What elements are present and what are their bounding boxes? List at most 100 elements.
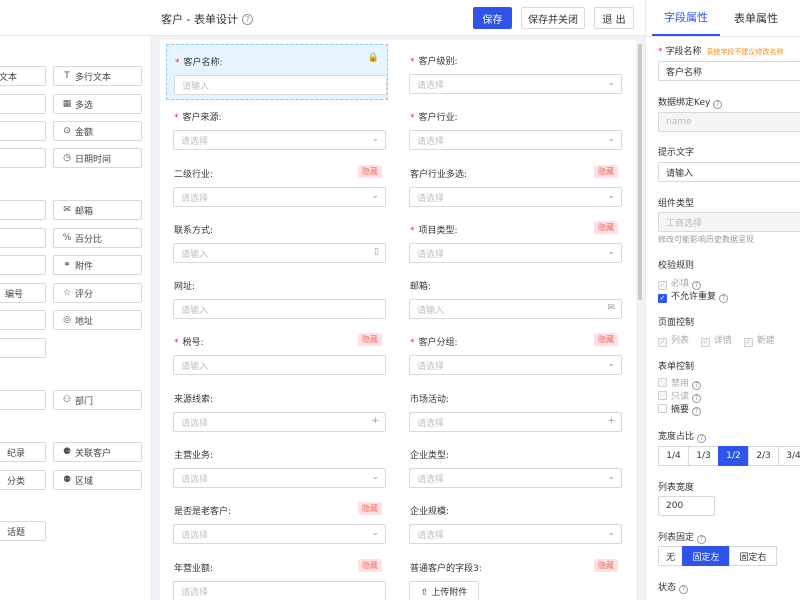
component-blank-9[interactable] bbox=[0, 390, 46, 410]
help-icon[interactable]: ? bbox=[241, 14, 253, 25]
field-input[interactable]: 请选择 ⌄ bbox=[409, 74, 622, 94]
form-field[interactable]: 客户行业多选: 隐藏 请选择 ⌄ bbox=[402, 157, 624, 213]
form-field[interactable]: 是否是老客户: 隐藏 请选择 ⌄ bbox=[166, 494, 388, 550]
form-field[interactable]: 二级行业: 隐藏 请选择 ⌄ bbox=[166, 157, 388, 213]
save-button[interactable]: 保存 bbox=[473, 7, 512, 29]
form-field[interactable]: 企业规模: 请选择 ⌄ bbox=[402, 494, 624, 550]
width-option-3[interactable]: 1/2 bbox=[718, 446, 749, 466]
field-input[interactable]: 请输入 ✉ bbox=[409, 299, 622, 319]
component-blank-4[interactable] bbox=[0, 200, 46, 220]
component-address[interactable]: ◎ 地址 bbox=[53, 310, 142, 330]
component-email[interactable]: ✉ 邮箱 bbox=[53, 200, 142, 220]
field-input[interactable]: 请选择 ⌄ bbox=[173, 130, 386, 150]
component-blank-2[interactable] bbox=[0, 121, 46, 141]
field-input[interactable]: 请选择 ⌄ bbox=[409, 243, 622, 263]
field-input[interactable]: 请选择 ⌄ bbox=[409, 187, 622, 207]
component-text[interactable]: 文本 bbox=[0, 66, 46, 86]
width-option-2[interactable]: 1/3 bbox=[688, 446, 719, 466]
component-related-customer[interactable]: ⚈ 关联客户 bbox=[53, 442, 142, 462]
form-field[interactable]: 主营业务: 请选择 ⌄ bbox=[166, 438, 388, 494]
no-duplicate-checkbox[interactable]: ✓ 不允许重复? bbox=[658, 289, 729, 303]
field-input[interactable]: 请选择 ⌄ bbox=[409, 524, 622, 544]
component-rating[interactable]: ☆ 评分 bbox=[53, 283, 142, 303]
component-record[interactable]: 纪录 bbox=[0, 442, 46, 462]
summary-checkbox[interactable]: 摘要? bbox=[658, 402, 702, 416]
readonly-checkbox: 只读? bbox=[658, 389, 702, 403]
field-input[interactable]: 请选择 ⌄ bbox=[409, 468, 622, 488]
form-field[interactable]: * 客户来源: 请选择 ⌄ bbox=[166, 100, 388, 156]
page-create-checkbox: ✓ 新建 bbox=[743, 336, 775, 347]
save-and-close-button[interactable]: 保存并关闭 bbox=[521, 7, 585, 29]
canvas-scrollbar[interactable] bbox=[638, 44, 642, 300]
field-input[interactable]: 请选择 bbox=[173, 581, 386, 600]
field-input[interactable]: 请输入 bbox=[173, 299, 386, 319]
width-option-4[interactable]: 2/3 bbox=[748, 446, 779, 466]
exit-button[interactable]: 退 出 bbox=[594, 7, 634, 29]
component-blank-1[interactable] bbox=[0, 94, 46, 114]
form-field[interactable]: 普通客户的字段3: 隐藏 ⇧ 上传附件 bbox=[402, 551, 624, 600]
field-input[interactable]: 请选择 ⌄ bbox=[173, 468, 386, 488]
field-label: 市场活动: bbox=[410, 395, 450, 405]
help-icon[interactable]: ? bbox=[713, 99, 723, 109]
component-serial[interactable]: 编号 bbox=[0, 283, 46, 303]
form-field[interactable]: * 税号: 隐藏 请输入 bbox=[166, 325, 388, 381]
component-topic[interactable]: 话题 bbox=[0, 521, 46, 541]
list-fixed-option-3[interactable]: 固定右 bbox=[729, 546, 777, 566]
width-option-1[interactable]: 1/4 bbox=[658, 446, 689, 466]
form-field[interactable]: * 客户名称: 🔒 请输入 bbox=[166, 44, 388, 100]
component-blank-7[interactable] bbox=[0, 310, 46, 330]
help-icon[interactable]: ? bbox=[697, 534, 707, 544]
upload-button[interactable]: ⇧ 上传附件 bbox=[409, 581, 479, 600]
list-fixed-option-2[interactable]: 固定左 bbox=[682, 546, 730, 566]
field-input[interactable]: 请输入 ▯ bbox=[173, 243, 386, 263]
field-name-input[interactable]: 客户名称 bbox=[658, 61, 800, 81]
field-input[interactable]: 请选择 ⌄ bbox=[409, 355, 622, 375]
field-input[interactable]: 请选择 ⌄ bbox=[173, 524, 386, 544]
hidden-badge: 隐藏 bbox=[358, 502, 382, 515]
component-amount[interactable]: ⊙ 金额 bbox=[53, 121, 142, 141]
form-field[interactable]: 企业类型: 请选择 ⌄ bbox=[402, 438, 624, 494]
help-icon[interactable]: ? bbox=[692, 406, 702, 416]
field-suffix-icon: ⌄ bbox=[607, 472, 615, 482]
component-category[interactable]: 分类 bbox=[0, 470, 46, 490]
field-input[interactable]: 请选择 + bbox=[173, 412, 386, 432]
help-icon[interactable]: ? bbox=[697, 433, 707, 443]
form-field[interactable]: 来源线索: 请选择 + bbox=[166, 382, 388, 438]
component-multiselect[interactable]: ▦ 多选 bbox=[53, 94, 142, 114]
form-field[interactable]: 邮箱: 请输入 ✉ bbox=[402, 269, 624, 325]
component-percent[interactable]: % 百分比 bbox=[53, 228, 142, 248]
form-field[interactable]: 市场活动: 请选择 + bbox=[402, 382, 624, 438]
percent-icon: % bbox=[62, 233, 72, 243]
field-input[interactable]: 请输入 bbox=[174, 75, 387, 95]
tab-form-properties[interactable]: 表单属性 bbox=[722, 0, 790, 36]
field-label: 主营业务: bbox=[174, 451, 214, 461]
form-field[interactable]: * 项目类型: 隐藏 请选择 ⌄ bbox=[402, 213, 624, 269]
width-option-5[interactable]: 3/4 bbox=[778, 446, 800, 466]
form-field[interactable]: * 客户分组: 隐藏 请选择 ⌄ bbox=[402, 325, 624, 381]
field-input[interactable]: 请选择 ⌄ bbox=[173, 187, 386, 207]
form-field[interactable]: 年营业额: 隐藏 请选择 bbox=[166, 551, 388, 600]
form-field[interactable]: 联系方式: 请输入 ▯ bbox=[166, 213, 388, 269]
list-fixed-option-1[interactable]: 无 bbox=[658, 546, 683, 566]
component-blank-5[interactable] bbox=[0, 228, 46, 248]
component-textarea[interactable]: T 多行文本 bbox=[53, 66, 142, 86]
component-datetime[interactable]: ◷ 日期时间 bbox=[53, 148, 142, 168]
component-blank-3[interactable] bbox=[0, 148, 46, 168]
field-input[interactable]: 请输入 bbox=[173, 355, 386, 375]
component-blank-6[interactable] bbox=[0, 255, 46, 275]
hint-text-input[interactable]: 请输入 bbox=[658, 162, 800, 182]
form-field[interactable]: 网址: 请输入 bbox=[166, 269, 388, 325]
component-department[interactable]: ⚇ 部门 bbox=[53, 390, 142, 410]
list-width-input[interactable]: 200 bbox=[658, 496, 715, 516]
help-icon[interactable]: ? bbox=[679, 584, 689, 594]
field-input[interactable]: 请选择 + bbox=[409, 412, 622, 432]
component-blank-8[interactable] bbox=[0, 338, 46, 358]
tab-field-properties[interactable]: 字段属性 bbox=[652, 0, 720, 36]
help-icon[interactable]: ? bbox=[719, 293, 729, 303]
field-input[interactable]: 请选择 ⌄ bbox=[409, 130, 622, 150]
component-attachment[interactable]: ⚭ 附件 bbox=[53, 255, 142, 275]
component-region[interactable]: ⚉ 区域 bbox=[53, 470, 142, 490]
form-field[interactable]: * 客户行业: 请选择 ⌄ bbox=[402, 100, 624, 156]
field-label: * 客户来源: bbox=[174, 113, 222, 123]
form-field[interactable]: * 客户级别: 请选择 ⌄ bbox=[402, 44, 624, 100]
